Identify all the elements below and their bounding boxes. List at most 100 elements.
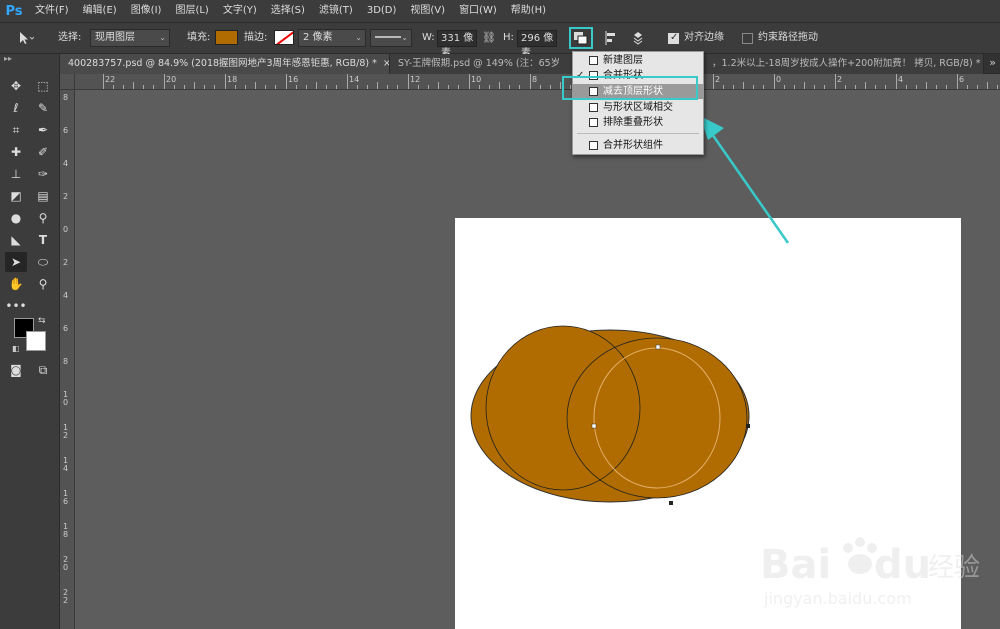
ruler-tick — [387, 85, 388, 89]
more-tools-icon[interactable]: ••• — [5, 296, 27, 316]
ruler-tick — [835, 74, 836, 89]
height-input[interactable]: 296 像素 — [517, 30, 557, 59]
swap-colors-icon[interactable]: ⇆ — [38, 316, 46, 326]
ruler-label: 2 — [63, 192, 69, 201]
gradient-tool-icon[interactable]: ▤ — [32, 186, 54, 206]
path-operations-button[interactable] — [569, 27, 593, 49]
stroke-color-swatch[interactable] — [274, 30, 294, 45]
screen-mode-icon[interactable]: ⧉ — [32, 360, 54, 380]
path-arrangement-icon[interactable] — [628, 29, 648, 47]
menu-window[interactable]: 窗口(W) — [452, 0, 504, 22]
ruler-tick — [428, 85, 429, 89]
path-selection-tool-icon[interactable]: ➤ — [5, 252, 27, 272]
document-tab-2[interactable]: SY-王牌假期.psd @ 149% (注：65岁 — [390, 54, 580, 74]
blur-tool-icon[interactable]: ● — [5, 208, 27, 228]
healing-brush-tool-icon[interactable]: ✚ — [5, 142, 27, 162]
select-dropdown[interactable]: 现用图层 ⌄ — [90, 29, 170, 47]
marquee-tool-icon[interactable]: ⬚ — [32, 76, 54, 96]
vertical-ruler[interactable]: 8 6 4 2 0 2 4 6 8 10 12 14 16 18 20 22 — [60, 90, 75, 629]
stroke-type-dropdown[interactable]: ⌄ — [370, 29, 412, 47]
ruler-tick — [957, 74, 958, 89]
ruler-tick — [336, 85, 337, 89]
ruler-tick — [133, 82, 134, 89]
move-tool-icon[interactable]: ✥ — [5, 76, 27, 96]
ruler-tick — [550, 85, 551, 89]
menu-item-exclude-overlapping[interactable]: 排除重叠形状 — [573, 115, 703, 130]
anchor-point[interactable] — [746, 424, 750, 428]
type-tool-icon[interactable]: T — [32, 230, 54, 250]
lasso-tool-icon[interactable]: ℓ — [5, 98, 27, 118]
menu-image[interactable]: 图像(I) — [124, 0, 169, 22]
menu-edit[interactable]: 编辑(E) — [76, 0, 124, 22]
path-selection-tool-preset-icon[interactable] — [14, 29, 35, 47]
horizontal-ruler[interactable]: 22201816141210864202468 — [75, 74, 1000, 90]
menu-item-new-layer[interactable]: 新建图层 — [573, 53, 703, 68]
fill-color-swatch[interactable] — [215, 30, 238, 45]
ruler-tick — [906, 85, 907, 89]
ruler-tick — [753, 85, 754, 89]
ruler-tick — [946, 85, 947, 89]
watermark-brand-2: du — [874, 542, 931, 588]
link-icon[interactable]: ⛓ — [479, 29, 499, 47]
ruler-label: 18 — [227, 75, 238, 84]
history-brush-tool-icon[interactable]: ✑ — [32, 164, 54, 184]
ruler-label: 10 — [471, 75, 482, 84]
ruler-tick — [418, 85, 419, 89]
width-input[interactable]: 331 像素 — [437, 30, 477, 59]
eraser-tool-icon[interactable]: ◩ — [5, 186, 27, 206]
anchor-point[interactable] — [669, 501, 673, 505]
anchor-point[interactable] — [655, 344, 661, 350]
menu-layer[interactable]: 图层(L) — [168, 0, 215, 22]
anchor-point[interactable] — [591, 423, 597, 429]
menu-select[interactable]: 选择(S) — [264, 0, 312, 22]
menu-3d[interactable]: 3D(D) — [360, 0, 404, 22]
zoom-tool-icon[interactable]: ⚲ — [32, 274, 54, 294]
ruler-origin[interactable] — [60, 74, 75, 90]
eyedropper-tool-icon[interactable]: ✒ — [32, 120, 54, 140]
ruler-tick — [997, 85, 998, 89]
menu-type[interactable]: 文字(Y) — [216, 0, 264, 22]
tools-panel: ▸▸ ✥ ⬚ ℓ ✎ ⌗ ✒ ✚ ✐ ⊥ ✑ ◩ ▤ ● ⚲ ◣ T ➤ ⬭ ✋… — [0, 54, 60, 629]
menu-file[interactable]: 文件(F) — [28, 0, 76, 22]
collapse-arrows-icon[interactable]: ▸▸ — [4, 54, 12, 63]
hand-tool-icon[interactable]: ✋ — [5, 274, 27, 294]
clone-stamp-tool-icon[interactable]: ⊥ — [5, 164, 27, 184]
ruler-tick — [977, 85, 978, 89]
ellipse-tool-icon[interactable]: ⬭ — [32, 252, 54, 272]
pen-tool-icon[interactable]: ◣ — [5, 230, 27, 250]
crop-tool-icon[interactable]: ⌗ — [5, 120, 27, 140]
intersect-shapes-icon — [589, 103, 598, 112]
default-colors-icon[interactable]: ◧ — [12, 344, 20, 353]
dodge-tool-icon[interactable]: ⚲ — [32, 208, 54, 228]
path-alignment-icon[interactable] — [602, 29, 622, 47]
quick-selection-tool-icon[interactable]: ✎ — [32, 98, 54, 118]
background-color-swatch[interactable] — [26, 331, 46, 351]
stroke-width-dropdown[interactable]: 2 像素 ⌄ — [298, 29, 366, 47]
tab-overflow-icon[interactable]: » — [989, 56, 996, 69]
align-edges-checkbox[interactable] — [668, 32, 679, 44]
ruler-tick — [489, 85, 490, 89]
menu-help[interactable]: 帮助(H) — [504, 0, 553, 22]
menu-item-intersect-shapes[interactable]: 与形状区域相交 — [573, 100, 703, 115]
quick-mask-icon[interactable]: ◙ — [5, 360, 27, 380]
constrain-path-checkbox[interactable] — [742, 33, 753, 44]
exclude-overlap-icon — [589, 118, 598, 127]
path-operations-menu: 新建图层 ✓ 合并形状 减去顶层形状 与形状区域相交 排除重叠形状 合并形状组件 — [572, 51, 704, 155]
ruler-label: 0 — [63, 225, 69, 234]
ruler-tick — [245, 85, 246, 89]
menu-view[interactable]: 视图(V) — [403, 0, 452, 22]
select-label: 选择: — [58, 32, 82, 43]
close-tab-icon[interactable]: × — [383, 58, 389, 69]
ruler-label: 20 — [166, 75, 177, 84]
chevron-down-icon: ⌄ — [401, 33, 408, 42]
ruler-label: 10 — [63, 390, 69, 407]
ruler-tick — [784, 85, 785, 89]
document-tab-3[interactable]: ，1.2米以上-18周岁按成人操作+200附加费！ 拷贝, RGB/8) *× — [704, 54, 984, 74]
ruler-tick — [987, 82, 988, 89]
ruler-label: 12 — [410, 75, 421, 84]
brush-tool-icon[interactable]: ✐ — [32, 142, 54, 162]
ruler-tick — [367, 85, 368, 89]
document-tab-1[interactable]: 400283757.psd @ 84.9% (2018握图网地产3周年感恩钜惠,… — [60, 54, 390, 74]
menu-item-merge-shape-components[interactable]: 合并形状组件 — [573, 138, 703, 153]
menu-filter[interactable]: 滤镜(T) — [312, 0, 360, 22]
